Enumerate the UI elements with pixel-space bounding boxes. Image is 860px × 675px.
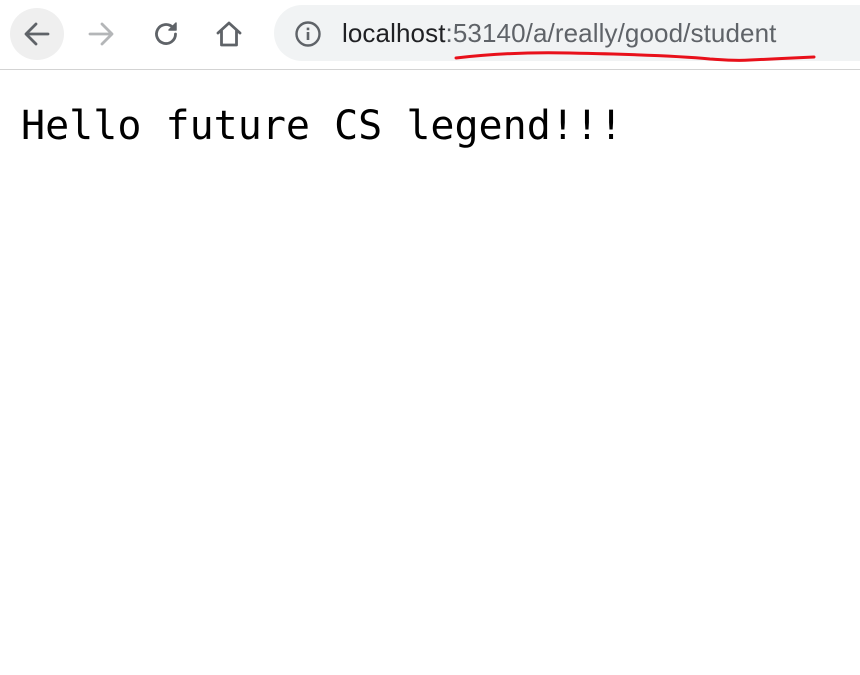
reload-icon — [155, 22, 177, 45]
reload-button[interactable] — [139, 8, 193, 60]
page-message: Hello future CS legend!!! — [21, 103, 624, 149]
address-bar[interactable]: localhost:53140/a/really/good/student — [274, 5, 860, 61]
arrow-right-icon — [88, 22, 114, 46]
browser-toolbar: localhost:53140/a/really/good/student — [0, 0, 860, 70]
back-button[interactable] — [10, 8, 64, 60]
info-icon[interactable] — [294, 20, 322, 48]
url-host: localhost — [342, 18, 446, 48]
url-path: :53140/a/really/good/student — [445, 18, 777, 48]
forward-button[interactable] — [74, 8, 128, 60]
home-icon — [216, 21, 242, 47]
home-button[interactable] — [202, 8, 256, 60]
url-text[interactable]: localhost:53140/a/really/good/student — [342, 18, 776, 48]
arrow-left-icon — [24, 22, 50, 46]
